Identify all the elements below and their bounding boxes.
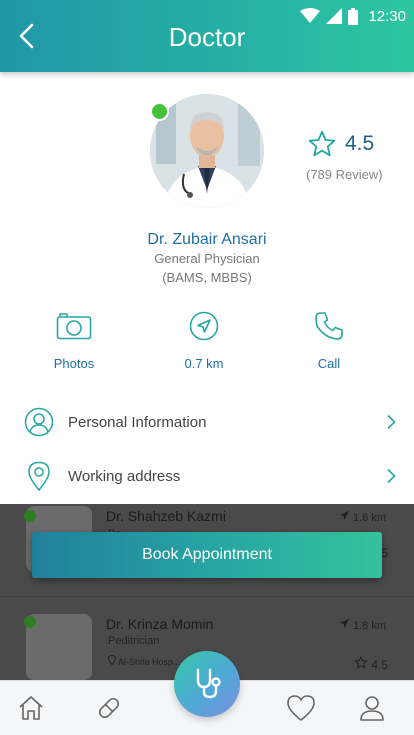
user-icon (24, 407, 54, 437)
list-distance: 1.8 km (339, 618, 386, 632)
rating-value: 4.5 (345, 132, 375, 155)
home-icon (19, 696, 43, 720)
call-button[interactable]: Call (289, 308, 369, 371)
status-time: 12:30 (368, 7, 406, 25)
personal-information-row[interactable]: Personal Information (0, 396, 414, 448)
list-doctor-name: Dr. Krinza Momin (106, 616, 214, 632)
book-appointment-button[interactable]: Book Appointment (32, 532, 382, 578)
battery-icon (348, 7, 359, 25)
list-rating-value: 4.5 (371, 658, 388, 672)
rating: 4.5 (307, 130, 374, 158)
camera-icon (56, 313, 92, 340)
distance-button[interactable]: 0.7 km (164, 308, 244, 371)
list-doctor-specialty: Peditrician (108, 635, 160, 647)
heart-icon (287, 695, 315, 721)
nav-medicine[interactable] (92, 691, 126, 725)
doctor-thumbnail (26, 614, 92, 680)
photos-label: Photos (53, 356, 95, 371)
list-doctor-name: Dr. Shahzeb Kazmi (106, 508, 226, 524)
doctor-name: Dr. Zubair Ansari (147, 231, 267, 248)
doctor-degrees: (BAMS, MBBS) (162, 270, 252, 285)
location-pin-icon (28, 461, 50, 491)
nav-profile[interactable] (355, 691, 389, 725)
doctor-profile-card: 4.5 (789 Review) Dr. Zubair Ansari Gener… (0, 72, 414, 504)
profile-icon (360, 696, 384, 721)
avatar-container (150, 94, 264, 208)
review-count[interactable]: (789 Review) (306, 167, 383, 182)
online-status-dot (150, 102, 169, 121)
list-distance: 1.6 km (339, 510, 386, 524)
online-status-dot (24, 510, 36, 522)
signal-icon (326, 8, 343, 24)
list-rating: 5 (381, 546, 388, 560)
working-address-label: Working address (68, 467, 181, 485)
list-distance-value: 1.6 km (352, 512, 386, 524)
app-header: Doctor 12:30 (0, 0, 414, 72)
status-bar: 12:30 (300, 6, 406, 26)
personal-information-label: Personal Information (68, 413, 207, 431)
wifi-icon (300, 8, 321, 23)
page-title: Doctor (168, 22, 246, 52)
stethoscope-fab[interactable] (174, 651, 240, 717)
distance-label: 0.7 km (184, 356, 224, 371)
pill-icon (98, 697, 120, 719)
phone-icon (315, 312, 343, 340)
list-distance-value: 1.8 km (352, 620, 386, 632)
chevron-right-icon (387, 414, 396, 430)
navigation-icon (339, 510, 350, 521)
nav-favorites[interactable] (284, 691, 318, 725)
divider (0, 596, 414, 597)
star-icon (308, 130, 336, 157)
list-rating: 4.5 (353, 655, 388, 672)
chevron-right-icon (387, 468, 396, 484)
working-address-row[interactable]: Working address (0, 450, 414, 502)
navigation-icon (339, 618, 350, 629)
stethoscope-icon (196, 668, 221, 699)
navigation-icon (189, 311, 219, 341)
doctor-specialty: General Physician (154, 251, 260, 266)
call-label: Call (317, 356, 341, 371)
location-pin-icon (107, 654, 117, 666)
star-icon (353, 655, 369, 669)
online-status-dot (24, 616, 36, 628)
nav-home[interactable] (14, 691, 48, 725)
photos-button[interactable]: Photos (34, 308, 114, 371)
